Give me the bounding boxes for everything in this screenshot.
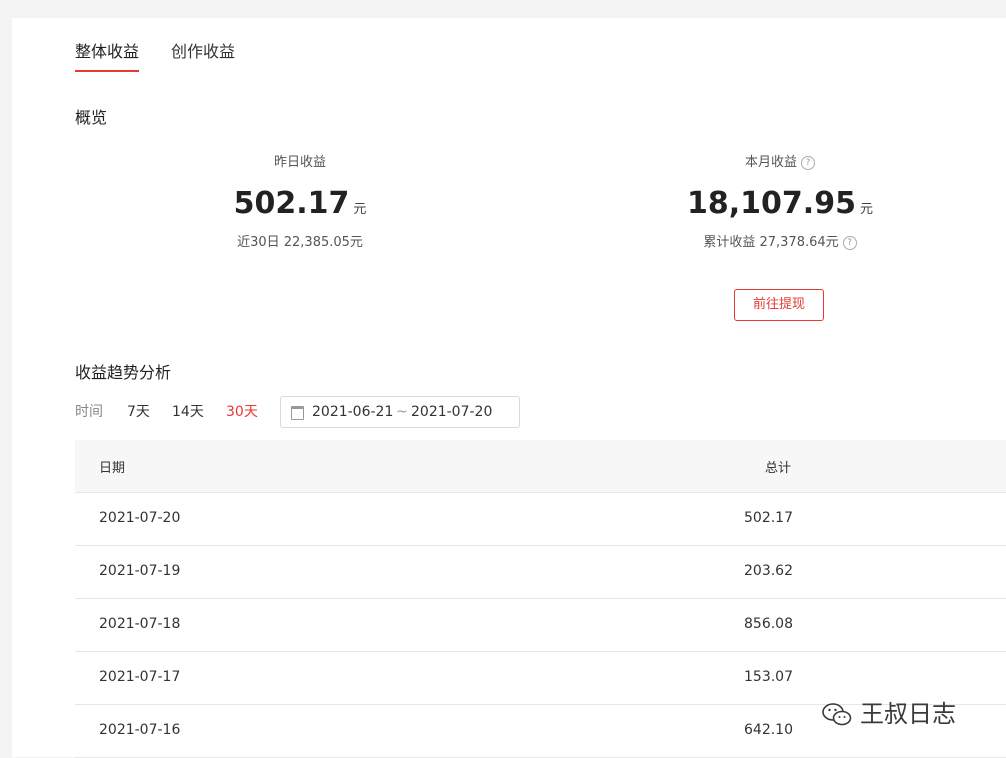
total-income-row: 累计收益 27,378.64元? <box>680 234 880 252</box>
row-total: 642.10 <box>744 722 793 738</box>
row-total: 856.08 <box>744 616 793 632</box>
table-row: 2021-07-20 502.17 <box>75 493 1006 546</box>
row-date: 2021-07-20 <box>99 510 181 526</box>
row-date: 2021-07-18 <box>99 616 181 632</box>
range-14-days[interactable]: 14天 <box>172 402 204 422</box>
row-date: 2021-07-16 <box>99 722 181 738</box>
table-row: 2021-07-18 856.08 <box>75 599 1006 652</box>
month-income-label: 本月收益 <box>744 155 797 170</box>
row-date: 2021-07-19 <box>99 563 181 579</box>
yesterday-income-label: 昨日收益 <box>273 155 326 170</box>
date-end: 2021-07-20 <box>411 404 493 420</box>
table-row: 2021-07-19 203.62 <box>75 546 1006 599</box>
month-income-value-row: 18,107.95 元 <box>680 184 880 224</box>
withdraw-button[interactable]: 前往提现 <box>734 289 824 321</box>
active-tab-indicator <box>75 70 139 72</box>
yesterday-income-value-row: 502.17 元 <box>200 184 400 224</box>
watermark: 王叔日志 <box>822 694 956 734</box>
range-30-days[interactable]: 30天 <box>226 402 258 422</box>
row-total: 153.07 <box>744 669 793 685</box>
month-income-value: 18,107.95 <box>687 186 856 221</box>
wechat-icon <box>822 703 852 726</box>
date-range-picker[interactable]: 2021-06-21 ~ 2021-07-20 <box>280 396 520 428</box>
row-total: 203.62 <box>744 563 793 579</box>
column-header-total: 总计 <box>765 461 792 476</box>
month-income-label-row: 本月收益? <box>680 154 880 172</box>
time-label: 时间 <box>75 404 103 420</box>
month-income-card: 本月收益? 18,107.95 元 累计收益 27,378.64元? <box>680 154 880 252</box>
overview-title: 概览 <box>75 108 108 127</box>
date-separator: ~ <box>396 404 408 420</box>
yesterday-income-card: 昨日收益 502.17 元 近30日 22,385.05元 <box>200 154 400 252</box>
row-total: 502.17 <box>744 510 793 526</box>
yesterday-income-value: 502.17 <box>233 186 350 221</box>
watermark-text: 王叔日志 <box>860 700 956 728</box>
column-header-date: 日期 <box>99 461 126 476</box>
trend-title: 收益趋势分析 <box>75 363 172 382</box>
date-start: 2021-06-21 <box>312 404 394 420</box>
total-income: 累计收益 27,378.64元 <box>703 235 839 250</box>
month-income-unit: 元 <box>859 202 873 217</box>
yesterday-income-unit: 元 <box>353 202 367 217</box>
help-icon[interactable]: ? <box>801 155 815 170</box>
help-icon[interactable]: ? <box>842 235 857 250</box>
last-30-days-income: 近30日 22,385.05元 <box>237 235 363 250</box>
tab-creation-income[interactable]: 创作收益 <box>171 40 235 64</box>
table-header: 日期 总计 <box>75 440 1006 493</box>
range-7-days[interactable]: 7天 <box>127 402 150 422</box>
calendar-icon <box>291 406 304 420</box>
tab-overall-income[interactable]: 整体收益 <box>75 40 139 64</box>
row-date: 2021-07-17 <box>99 669 181 685</box>
